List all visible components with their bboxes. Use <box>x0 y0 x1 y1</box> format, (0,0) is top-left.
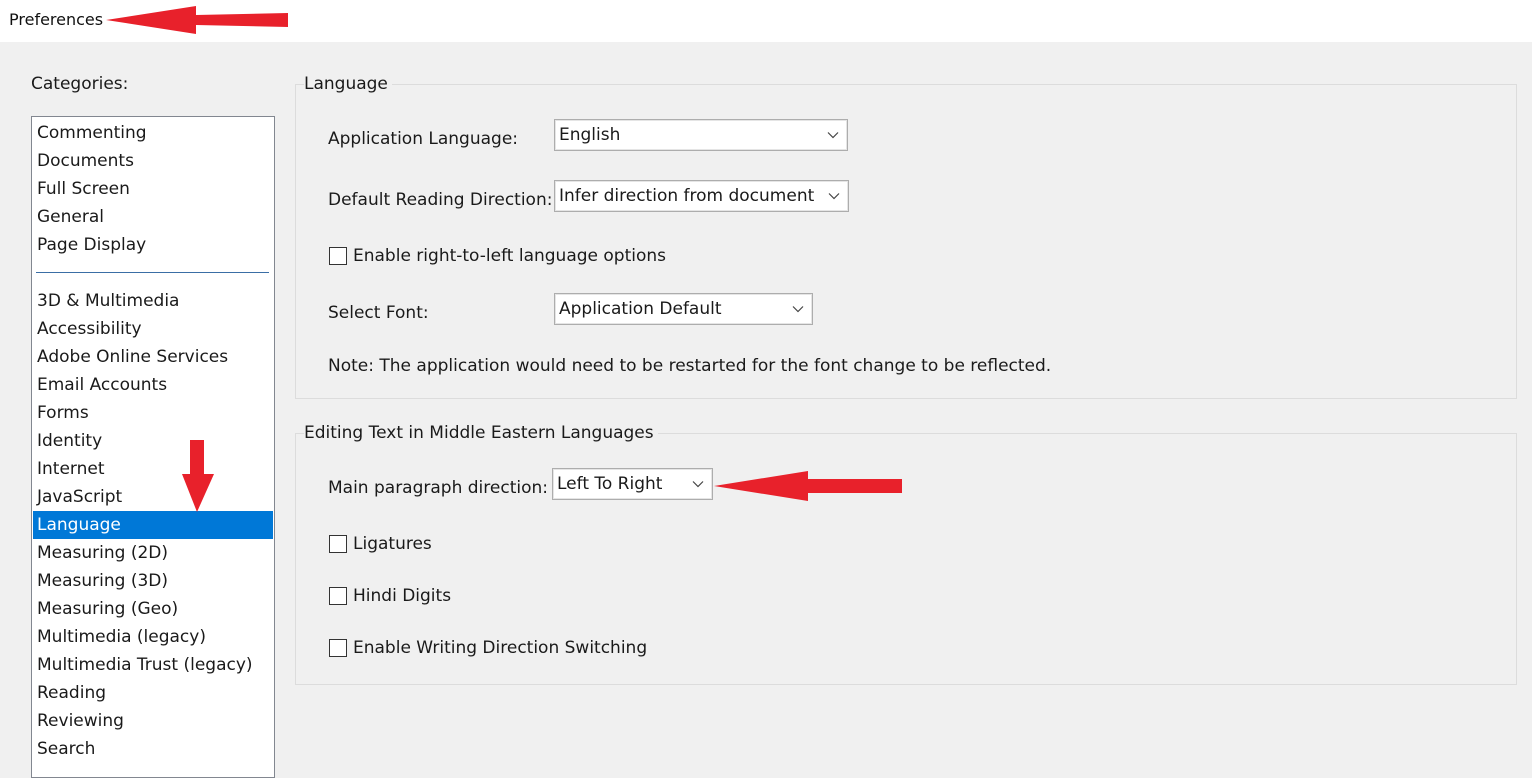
reading-direction-value: Infer direction from document <box>559 186 815 206</box>
category-adobe-online-services[interactable]: Adobe Online Services <box>33 343 273 371</box>
paragraph-direction-label: Main paragraph direction: <box>328 478 548 498</box>
categories-list[interactable]: Commenting Documents Full Screen General… <box>31 116 275 778</box>
rtl-options-checkbox[interactable] <box>329 247 347 265</box>
writing-direction-checkbox[interactable] <box>329 639 347 657</box>
ligatures-label: Ligatures <box>353 534 432 554</box>
category-separator <box>36 272 269 273</box>
category-search[interactable]: Search <box>33 735 273 763</box>
window-title: Preferences <box>9 10 104 29</box>
app-language-value: English <box>559 125 621 145</box>
chevron-down-icon <box>684 469 712 499</box>
category-general[interactable]: General <box>33 203 273 231</box>
category-reading[interactable]: Reading <box>33 679 273 707</box>
category-identity[interactable]: Identity <box>33 427 273 455</box>
rtl-options-label: Enable right-to-left language options <box>353 246 667 266</box>
category-email-accounts[interactable]: Email Accounts <box>33 371 273 399</box>
category-language[interactable]: Language <box>33 511 273 539</box>
category-measuring-3d[interactable]: Measuring (3D) <box>33 567 273 595</box>
chevron-down-icon <box>784 294 812 324</box>
category-multimedia-legacy[interactable]: Multimedia (legacy) <box>33 623 273 651</box>
hindi-digits-checkbox[interactable] <box>329 587 347 605</box>
reading-direction-select[interactable]: Infer direction from document <box>554 180 849 212</box>
category-accessibility[interactable]: Accessibility <box>33 315 273 343</box>
font-change-note: Note: The application would need to be r… <box>328 356 1052 376</box>
category-measuring-geo[interactable]: Measuring (Geo) <box>33 595 273 623</box>
chevron-down-icon <box>819 120 847 150</box>
category-measuring-2d[interactable]: Measuring (2D) <box>33 539 273 567</box>
reading-direction-label: Default Reading Direction: <box>328 190 553 210</box>
hindi-digits-label: Hindi Digits <box>353 586 452 606</box>
category-3d-multimedia[interactable]: 3D & Multimedia <box>33 287 273 315</box>
ligatures-checkbox[interactable] <box>329 535 347 553</box>
app-language-label: Application Language: <box>328 129 519 149</box>
category-internet[interactable]: Internet <box>33 455 273 483</box>
select-font-label: Select Font: <box>328 303 429 323</box>
category-documents[interactable]: Documents <box>33 147 273 175</box>
category-multimedia-trust-legacy[interactable]: Multimedia Trust (legacy) <box>33 651 273 679</box>
category-reviewing[interactable]: Reviewing <box>33 707 273 735</box>
categories-label: Categories: <box>31 74 129 94</box>
category-forms[interactable]: Forms <box>33 399 273 427</box>
app-language-select[interactable]: English <box>554 119 848 151</box>
select-font-dropdown[interactable]: Application Default <box>554 293 813 325</box>
paragraph-direction-value: Left To Right <box>557 474 663 494</box>
language-group-title: Language <box>304 73 392 95</box>
category-full-screen[interactable]: Full Screen <box>33 175 273 203</box>
category-page-display[interactable]: Page Display <box>33 231 273 259</box>
writing-direction-label: Enable Writing Direction Switching <box>353 638 648 658</box>
title-bar: Preferences <box>0 0 1532 42</box>
middle-eastern-group: Editing Text in Middle Eastern Languages… <box>295 422 1517 685</box>
middle-eastern-group-title: Editing Text in Middle Eastern Languages <box>304 422 658 444</box>
select-font-value: Application Default <box>559 299 722 319</box>
language-group: Language Application Language: English D… <box>295 73 1517 399</box>
category-commenting[interactable]: Commenting <box>33 119 273 147</box>
category-javascript[interactable]: JavaScript <box>33 483 273 511</box>
paragraph-direction-select[interactable]: Left To Right <box>552 468 713 500</box>
chevron-down-icon <box>820 181 848 211</box>
